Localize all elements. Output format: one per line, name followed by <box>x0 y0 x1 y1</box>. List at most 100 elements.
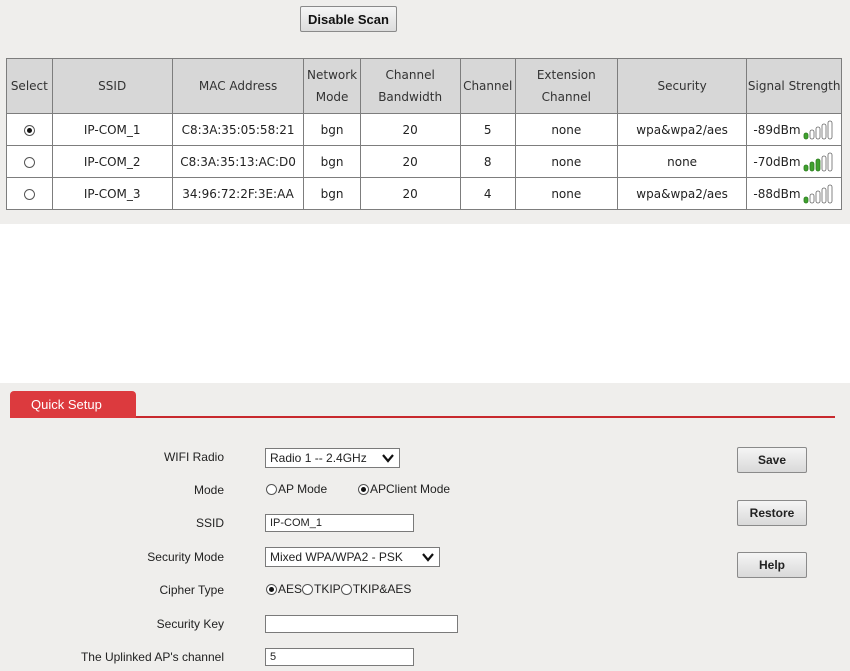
signal-bar <box>815 158 820 171</box>
extension-channel-cell: none <box>514 177 618 210</box>
signal-bar <box>821 123 826 139</box>
signal-bars-icon <box>803 152 832 171</box>
signal-cell: -89dBm <box>746 113 842 146</box>
row-select-cell[interactable] <box>6 113 53 146</box>
uplinked-channel-input[interactable]: 5 <box>265 648 414 666</box>
security-key-label: Security Key <box>156 617 224 631</box>
channel-cell: 8 <box>459 145 516 178</box>
signal-bar <box>809 193 814 203</box>
mode-ap-label: AP Mode <box>278 482 328 496</box>
cipher-type-label: Cipher Type <box>159 583 224 597</box>
security-mode-select[interactable]: Mixed WPA/WPA2 - PSK <box>265 547 440 567</box>
tab-quick-setup[interactable]: Quick Setup <box>10 391 136 418</box>
table-header-row: Select SSID MAC Address Network Mode Cha… <box>6 58 842 114</box>
cipher-tkip-aes-radio[interactable] <box>340 584 352 596</box>
signal-bar <box>815 190 820 203</box>
bandwidth-cell: 20 <box>359 177 461 210</box>
mode-apclient-label: APClient Mode <box>370 482 451 496</box>
scan-panel: Disable Scan Select SSID MAC Address Net… <box>0 0 850 224</box>
signal-cell: -88dBm <box>746 177 842 210</box>
signal-cell: -70dBm <box>746 145 842 178</box>
quick-setup-panel: Quick Setup WIFI Radio Radio 1 -- 2.4GHz… <box>0 383 850 671</box>
network-mode-cell: bgn <box>303 145 361 178</box>
mode-option-ap[interactable]: AP Mode <box>266 482 327 496</box>
uplinked-channel-label: The Uplinked AP's channel <box>80 650 224 664</box>
col-header-signal-strength: Signal Strength <box>746 58 842 114</box>
security-mode-value: Mixed WPA/WPA2 - PSK <box>270 550 403 564</box>
bandwidth-cell: 20 <box>359 113 461 146</box>
cipher-tkip-radio[interactable] <box>302 584 314 596</box>
mode-apclient-radio[interactable] <box>358 484 369 496</box>
row-select-cell[interactable] <box>6 145 53 178</box>
extension-channel-cell: none <box>514 113 618 146</box>
chevron-down-icon <box>382 454 394 463</box>
cipher-aes-radio[interactable] <box>266 584 277 596</box>
ssid-label: SSID <box>195 516 224 530</box>
signal-bar <box>815 126 820 139</box>
restore-button[interactable]: Restore <box>737 500 807 526</box>
signal-bar <box>809 161 814 171</box>
wifi-radio-select[interactable]: Radio 1 -- 2.4GHz <box>265 448 400 468</box>
chevron-down-icon <box>422 553 434 562</box>
ssid-cell: IP-COM_3 <box>51 177 173 210</box>
signal-value: -89dBm <box>753 122 801 137</box>
security-cell: wpa&wpa2/aes <box>616 177 748 210</box>
signal-bar <box>803 196 808 203</box>
network-mode-cell: bgn <box>303 177 361 210</box>
table-row[interactable]: IP-COM_3 34:96:72:2F:3E:AA bgn 20 4 none… <box>6 177 842 210</box>
row-select-radio[interactable] <box>23 124 35 136</box>
table-row[interactable]: IP-COM_1 C8:3A:35:05:58:21 bgn 20 5 none… <box>6 113 842 146</box>
col-header-channel: Channel <box>459 58 516 114</box>
row-select-cell[interactable] <box>6 177 53 210</box>
network-mode-cell: bgn <box>303 113 361 146</box>
row-select-radio[interactable] <box>23 188 35 200</box>
col-header-ssid: SSID <box>51 58 173 114</box>
disable-scan-button[interactable]: Disable Scan <box>300 6 397 32</box>
signal-bar <box>809 129 814 139</box>
mac-cell: 34:96:72:2F:3E:AA <box>171 177 305 210</box>
security-key-input[interactable] <box>265 615 458 633</box>
col-header-network-mode: Network Mode <box>303 58 361 114</box>
cipher-tkip-label: TKIP <box>314 582 341 596</box>
cipher-type-options: AES TKIP TKIP&AES <box>266 582 411 596</box>
signal-bar <box>827 152 832 171</box>
mac-cell: C8:3A:35:13:AC:D0 <box>171 145 305 178</box>
ssid-cell: IP-COM_1 <box>51 113 173 146</box>
wifi-radio-label: WIFI Radio <box>163 450 224 464</box>
table-row[interactable]: IP-COM_2 C8:3A:35:13:AC:D0 bgn 20 8 none… <box>6 145 842 178</box>
signal-bars-icon <box>803 120 832 139</box>
signal-bar <box>827 120 832 139</box>
col-header-mac: MAC Address <box>171 58 305 114</box>
help-button[interactable]: Help <box>737 552 807 578</box>
channel-cell: 4 <box>459 177 516 210</box>
row-select-radio[interactable] <box>23 156 35 168</box>
signal-bar <box>821 187 826 203</box>
signal-bar <box>821 155 826 171</box>
signal-bar <box>827 184 832 203</box>
cipher-tkip-aes-label: TKIP&AES <box>352 582 412 596</box>
channel-cell: 5 <box>459 113 516 146</box>
signal-bar <box>803 132 808 139</box>
col-header-channel-bandwidth: Channel Bandwidth <box>359 58 461 114</box>
signal-value: -88dBm <box>753 186 801 201</box>
save-button[interactable]: Save <box>737 447 807 473</box>
wifi-radio-value: Radio 1 -- 2.4GHz <box>270 451 367 465</box>
ssid-input[interactable]: IP-COM_1 <box>265 514 414 532</box>
mode-ap-radio[interactable] <box>266 484 277 496</box>
col-header-select: Select <box>6 58 53 114</box>
col-header-security: Security <box>616 58 748 114</box>
security-cell: wpa&wpa2/aes <box>616 113 748 146</box>
tab-bar: Quick Setup <box>0 383 850 419</box>
extension-channel-cell: none <box>514 145 618 178</box>
mode-label: Mode <box>193 483 224 497</box>
signal-value: -70dBm <box>753 154 801 169</box>
bandwidth-cell: 20 <box>359 145 461 178</box>
cipher-aes-label: AES <box>278 582 303 596</box>
ssid-cell: IP-COM_2 <box>51 145 173 178</box>
mac-cell: C8:3A:35:05:58:21 <box>171 113 305 146</box>
security-mode-label: Security Mode <box>147 550 224 564</box>
scan-results-table: Select SSID MAC Address Network Mode Cha… <box>6 58 842 210</box>
mode-option-apclient[interactable]: APClient Mode <box>358 482 450 496</box>
col-header-extension-channel: Extension Channel <box>514 58 618 114</box>
signal-bar <box>803 164 808 171</box>
